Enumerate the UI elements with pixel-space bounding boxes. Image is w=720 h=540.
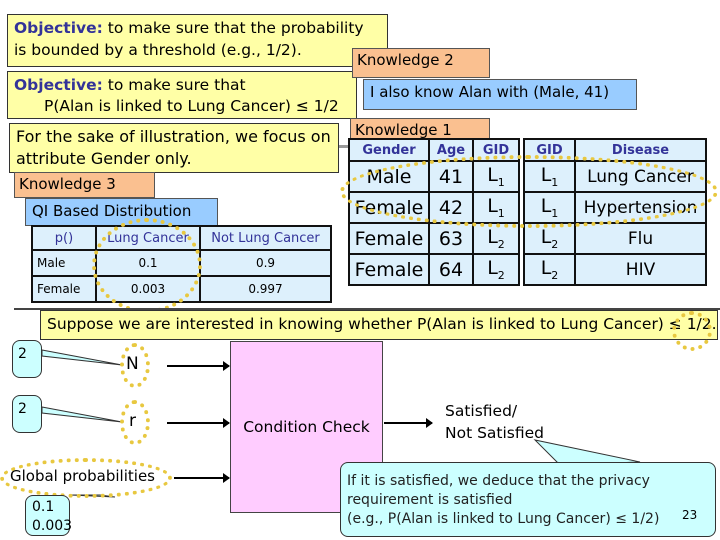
knowledge-3-label: Knowledge 3	[14, 172, 155, 198]
header-cell: Not Lung Cancer	[199, 225, 332, 251]
highlight-ellipse	[340, 155, 718, 228]
highlight-circle	[120, 343, 150, 388]
objective-text: is bounded by a threshold (e.g., 1/2).	[14, 41, 302, 59]
cell: L2	[472, 253, 520, 286]
arrow	[174, 473, 230, 483]
table-row: L2 HIV	[523, 253, 707, 286]
highlight-ellipse	[0, 458, 172, 498]
illustration-note: For the sake of illustration, we focus o…	[9, 123, 339, 173]
arrow	[167, 361, 230, 371]
objective-box-2: Objective: to make sure that P(Alan is l…	[7, 71, 357, 119]
objective-text: to make sure that	[102, 76, 246, 94]
output-label: Satisfied/ Not Satisfied	[445, 400, 544, 444]
n-value-callout: 2	[12, 340, 42, 378]
gid-letter: L	[487, 226, 498, 249]
highlight-circle	[92, 218, 202, 313]
gid-letter: L	[487, 257, 498, 280]
note-line: (e.g., P(Alan is linked to Lung Cancer) …	[347, 511, 660, 527]
objective-text: P(Alan is linked to Lung Cancer) ≤ 1/2	[44, 97, 339, 115]
objective-text: to make sure that the probability	[102, 19, 364, 37]
cell: Flu	[574, 222, 707, 255]
global-value: 0.1	[32, 499, 55, 515]
cell: Female	[348, 222, 430, 255]
r-value-callout: 2	[12, 395, 42, 433]
table-row: Female 64 L2	[348, 253, 520, 286]
gid-index: 2	[497, 268, 505, 282]
cell: 0.997	[199, 275, 332, 303]
note-line: If it is satisfied, we deduce that the p…	[347, 473, 650, 489]
header-cell: Gender	[348, 138, 430, 162]
arrow	[167, 418, 230, 428]
knowledge-2-label: Knowledge 2	[352, 48, 490, 78]
cell: Male	[31, 249, 97, 277]
knowledge-2-text: I also know Alan with (Male, 41)	[363, 79, 637, 110]
table-row: Female 63 L2	[348, 222, 520, 255]
page-number: 23	[682, 508, 698, 522]
arrow	[384, 418, 433, 428]
global-value: 0.003	[32, 518, 73, 534]
note-line: requirement is satisfied	[347, 492, 513, 508]
cell: L2	[523, 253, 576, 286]
cell: 0.9	[199, 249, 332, 277]
objective-keyword: Objective:	[14, 19, 103, 37]
cell: 64	[428, 253, 474, 286]
highlight-circle	[120, 400, 150, 445]
cell: HIV	[574, 253, 707, 286]
cell: 63	[428, 222, 474, 255]
header-cell: p()	[31, 225, 97, 251]
objective-keyword: Objective:	[14, 76, 103, 94]
global-values-callout: 0.1 0.003	[25, 495, 73, 536]
cell: Female	[348, 253, 430, 286]
cell: Female	[31, 275, 97, 303]
qi-distribution-title: QI Based Distribution	[25, 198, 218, 226]
note-callout: If it is satisfied, we deduce that the p…	[340, 462, 716, 537]
gid-index: 2	[497, 237, 505, 251]
output-line: Not Satisfied	[445, 424, 545, 442]
output-line: Satisfied/	[445, 402, 518, 420]
objective-box-1: Objective: to make sure that the probabi…	[7, 14, 388, 67]
